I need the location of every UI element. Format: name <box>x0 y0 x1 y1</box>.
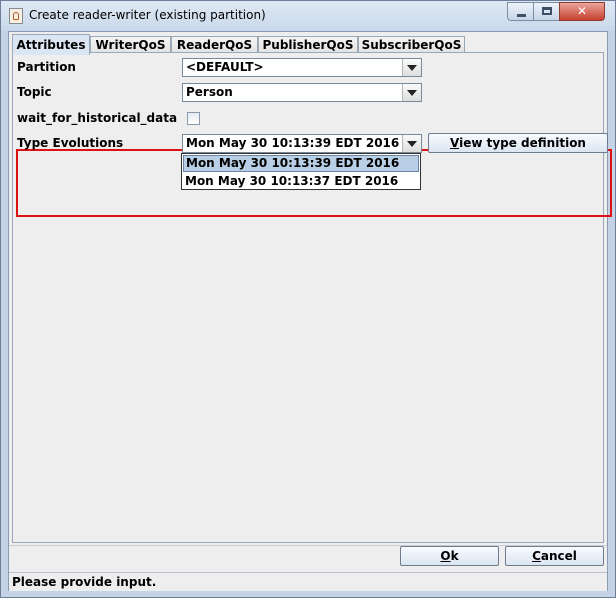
type-evolutions-dropdown: Mon May 30 10:13:39 EDT 2016 Mon May 30 … <box>181 153 421 190</box>
partition-combo[interactable]: <DEFAULT> <box>182 58 422 77</box>
maximize-button[interactable] <box>533 2 560 21</box>
attributes-panel: Partition <DEFAULT> Topic Person wait_fo… <box>12 52 612 543</box>
mnemonic-v: V <box>450 136 460 150</box>
chevron-down-icon[interactable] <box>402 59 421 76</box>
cancel-button[interactable]: Cancel <box>505 546 604 566</box>
view-type-definition-label: iew type definition <box>459 136 586 150</box>
type-evolutions-value: Mon May 30 10:13:39 EDT 2016 <box>186 136 400 150</box>
title-bar[interactable]: Create reader-writer (existing partition… <box>1 1 615 31</box>
type-evolution-option[interactable]: Mon May 30 10:13:39 EDT 2016 <box>183 155 419 172</box>
ok-button[interactable]: Ok <box>400 546 499 566</box>
dialog-window: Create reader-writer (existing partition… <box>0 0 616 598</box>
close-icon: ✕ <box>576 4 588 18</box>
wait-for-historical-data-label: wait_for_historical_data <box>17 111 178 125</box>
minimize-button[interactable] <box>507 2 534 21</box>
cancel-label: ancel <box>540 549 577 563</box>
java-app-icon <box>9 8 23 24</box>
ok-label: k <box>450 549 459 563</box>
dialog-content: Attributes WriterQoS ReaderQoS Publisher… <box>8 31 612 591</box>
type-evolution-option[interactable]: Mon May 30 10:13:37 EDT 2016 <box>183 173 419 190</box>
chevron-down-icon[interactable] <box>402 135 421 152</box>
topic-value: Person <box>186 85 233 99</box>
maximize-icon <box>542 7 552 15</box>
view-type-definition-button[interactable]: View type definition <box>428 133 608 153</box>
wait-for-historical-data-checkbox[interactable] <box>187 112 200 125</box>
chevron-down-icon[interactable] <box>402 84 421 101</box>
type-evolutions-combo[interactable]: Mon May 30 10:13:39 EDT 2016 <box>182 134 422 153</box>
mnemonic-o: O <box>440 549 451 563</box>
mnemonic-c: C <box>532 549 541 563</box>
status-text: Please provide input. <box>12 575 157 589</box>
type-evolutions-label: Type Evolutions <box>17 136 124 150</box>
topic-combo[interactable]: Person <box>182 83 422 102</box>
partition-label: Partition <box>17 60 76 74</box>
partition-value: <DEFAULT> <box>186 60 264 74</box>
close-button[interactable]: ✕ <box>559 2 605 21</box>
topic-label: Topic <box>17 85 52 99</box>
minimize-icon <box>517 14 526 17</box>
status-bar: Please provide input. <box>9 572 607 591</box>
tab-attributes[interactable]: Attributes <box>12 34 90 55</box>
window-title: Create reader-writer (existing partition… <box>29 8 266 22</box>
